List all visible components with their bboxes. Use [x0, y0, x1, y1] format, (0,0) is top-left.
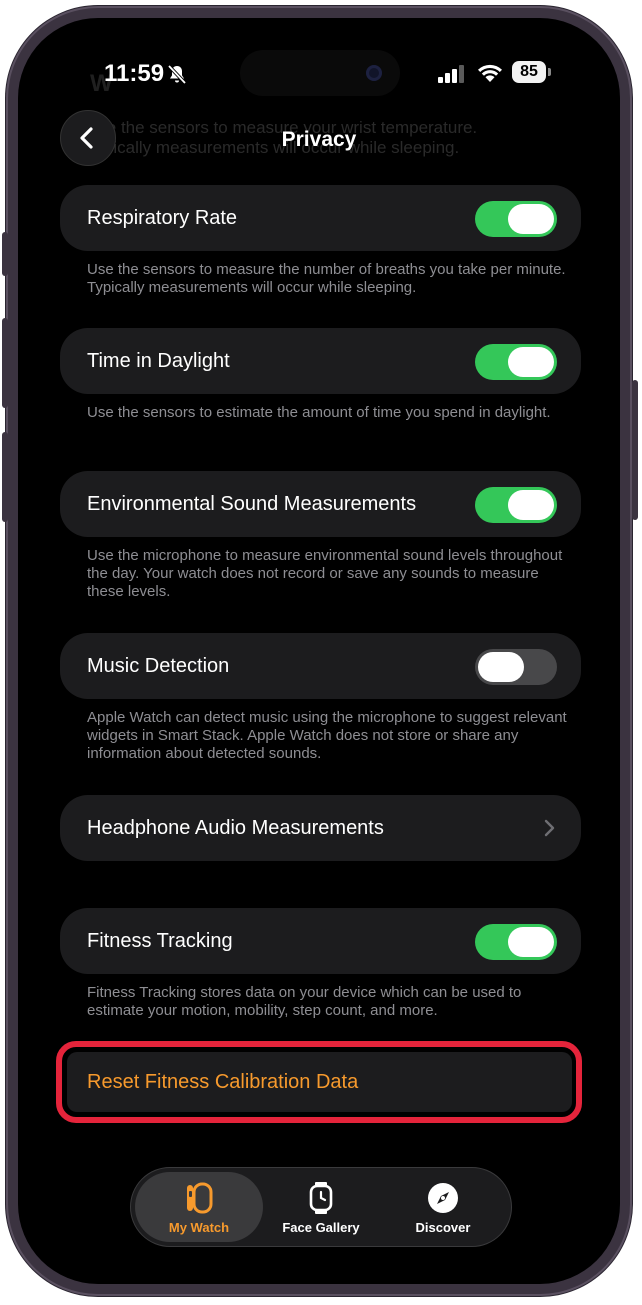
highlight-outline: [56, 1041, 582, 1123]
action-button: [2, 232, 8, 276]
page-title: Privacy: [281, 128, 357, 151]
tab-my-watch[interactable]: My Watch: [135, 1172, 263, 1242]
battery-tip: [548, 68, 551, 76]
status-time: 11:59: [104, 60, 165, 87]
signal-icon: [438, 65, 464, 83]
watch-icon: [187, 1182, 213, 1214]
setting-label: Music Detection: [87, 655, 230, 677]
toggle-knob: [508, 204, 554, 234]
setting-description: Apple Watch can detect music using the m…: [87, 709, 567, 762]
music-detection-toggle[interactable]: [475, 649, 557, 685]
volume-up-button: [2, 318, 8, 408]
setting-label: Environmental Sound Measurements: [87, 493, 417, 515]
tab-label: My Watch: [168, 1220, 230, 1235]
toggle-knob: [478, 652, 524, 682]
tab-bar: My Watch Face Gallery Discover: [130, 1167, 512, 1247]
setting-description: Fitness Tracking stores data on your dev…: [87, 984, 522, 1019]
toggle-knob: [508, 927, 554, 957]
setting-label: Time in Daylight: [87, 350, 230, 372]
setting-description: Use the sensors to measure the number of…: [87, 261, 566, 296]
battery-indicator: 85: [512, 61, 546, 83]
side-button: [632, 380, 638, 520]
setting-label: Fitness Tracking: [87, 930, 233, 952]
setting-row-headphone-audio[interactable]: Headphone Audio Measurements: [60, 795, 581, 861]
screen: W Use the sensors to measure your wrist …: [18, 18, 620, 1284]
chevron-right-icon: [544, 819, 555, 837]
tab-discover[interactable]: Discover: [379, 1172, 507, 1242]
environmental-sound-toggle[interactable]: [475, 487, 557, 523]
setting-row-time-in-daylight: Time in Daylight: [60, 328, 581, 394]
tab-label: Face Gallery: [282, 1220, 360, 1235]
time-in-daylight-toggle[interactable]: [475, 344, 557, 380]
compass-icon: [428, 1183, 458, 1213]
wifi-icon: [478, 64, 502, 82]
setting-label: Headphone Audio Measurements: [87, 817, 384, 839]
toggle-knob: [508, 347, 554, 377]
setting-row-fitness-tracking: Fitness Tracking: [60, 908, 581, 974]
setting-description: Use the sensors to estimate the amount o…: [87, 404, 551, 421]
setting-row-respiratory-rate: Respiratory Rate: [60, 185, 581, 251]
setting-label: Respiratory Rate: [87, 207, 238, 229]
tab-face-gallery[interactable]: Face Gallery: [257, 1172, 385, 1242]
camera-icon: [366, 65, 382, 81]
setting-description: Use the microphone to measure environmen…: [87, 547, 563, 600]
silent-bell-icon: [167, 64, 187, 85]
respiratory-rate-toggle[interactable]: [475, 201, 557, 237]
setting-row-environmental-sound: Environmental Sound Measurements: [60, 471, 581, 537]
toggle-knob: [508, 490, 554, 520]
tab-label: Discover: [415, 1220, 471, 1235]
fitness-tracking-toggle[interactable]: [475, 924, 557, 960]
setting-row-music-detection: Music Detection: [60, 633, 581, 699]
volume-down-button: [2, 432, 8, 522]
dynamic-island: [240, 50, 400, 96]
watch-face-icon: [309, 1182, 333, 1214]
